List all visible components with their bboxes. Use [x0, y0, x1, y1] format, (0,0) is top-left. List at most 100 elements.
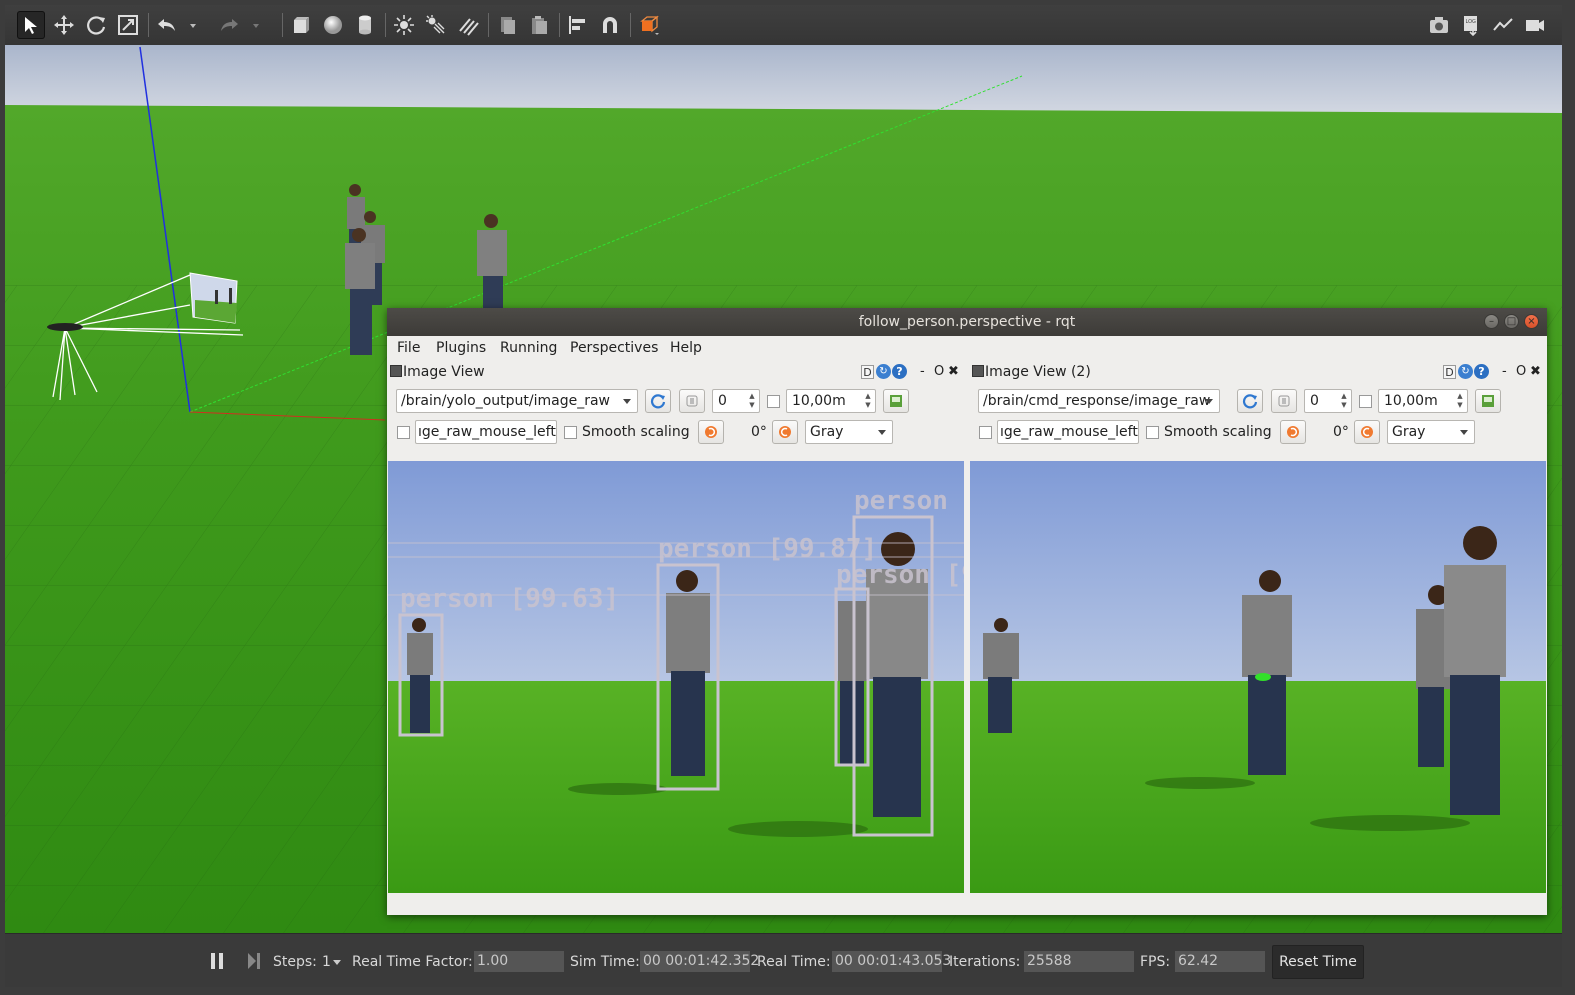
spin-arrows-icon[interactable]: ▲ ▼ — [863, 392, 873, 410]
topic-select[interactable]: /brain/yolo_output/image_raw — [396, 389, 638, 413]
pause-icon[interactable] — [208, 951, 226, 971]
chevron-down-icon — [1460, 430, 1468, 435]
select-tool-icon[interactable] — [17, 11, 45, 39]
timeout-spinbox[interactable]: 0 ▲ ▼ — [1304, 389, 1352, 413]
help-plugin-icon[interactable]: ? — [1474, 364, 1489, 379]
zoom-toggle-button[interactable] — [679, 389, 705, 413]
help-plugin-icon[interactable]: ? — [892, 364, 907, 379]
refresh-icon — [650, 394, 666, 409]
mouse-topic-input[interactable]: ıge_raw_mouse_left — [415, 420, 557, 444]
close-plugin-button[interactable]: ✖ — [1530, 362, 1541, 382]
color-scheme-select[interactable]: Gray — [1387, 420, 1475, 444]
maximize-icon: □ — [1506, 316, 1517, 327]
max-range-checkbox[interactable] — [767, 395, 780, 408]
spin-arrows-icon[interactable]: ▲ ▼ — [747, 392, 757, 410]
detection-label: person [99.63] — [400, 584, 619, 614]
max-range-spinbox[interactable]: 10,00m ▲ ▼ — [1378, 389, 1468, 413]
save-image-icon — [1482, 395, 1494, 407]
minimize-plugin-button[interactable]: - — [920, 362, 925, 382]
rotate-tool-icon[interactable] — [82, 11, 110, 39]
translate-tool-icon[interactable] — [50, 11, 78, 39]
rqt-title-bar[interactable]: follow_person.perspective - rqt – □ × — [387, 308, 1547, 336]
sphere-shape-icon[interactable] — [319, 11, 347, 39]
sim-time-label: Sim Time: — [570, 954, 640, 970]
rotate-right-button[interactable] — [1354, 420, 1380, 444]
smooth-scaling-checkbox[interactable] — [1146, 426, 1159, 439]
redo-dropdown-icon[interactable] — [248, 11, 264, 39]
steps-dropdown-icon[interactable] — [333, 960, 341, 965]
menu-perspectives[interactable]: Perspectives — [570, 340, 658, 356]
spin-arrows-icon[interactable]: ▲ ▼ — [1339, 392, 1349, 410]
minimize-window-button[interactable]: – — [1484, 314, 1499, 329]
paste-icon[interactable] — [525, 11, 553, 39]
redo-icon[interactable] — [215, 11, 243, 39]
copy-icon[interactable] — [493, 11, 521, 39]
steps-value[interactable]: 1 — [322, 954, 331, 970]
refresh-topics-button[interactable] — [1237, 389, 1263, 413]
target-marker — [1255, 673, 1271, 681]
save-image-button[interactable] — [883, 389, 909, 413]
close-window-button[interactable]: × — [1524, 314, 1539, 329]
iterations-value: 25588 — [1024, 951, 1134, 972]
maximize-window-button[interactable]: □ — [1504, 314, 1519, 329]
box-shape-icon[interactable] — [287, 11, 315, 39]
mouse-topic-input[interactable]: ıge_raw_mouse_left — [997, 420, 1139, 444]
menu-plugins[interactable]: Plugins — [436, 340, 486, 356]
refresh-topics-button[interactable] — [645, 389, 671, 413]
color-scheme-select[interactable]: Gray — [805, 420, 893, 444]
rotate-left-button[interactable] — [698, 420, 724, 444]
yolo-output-image[interactable]: person person [99.87] person [99.63] per… — [388, 461, 964, 893]
directional-light-icon[interactable] — [454, 11, 482, 39]
gazebo-toolbar: LOG — [5, 5, 1562, 46]
undo-icon[interactable] — [153, 11, 181, 39]
screenshot-icon[interactable] — [1425, 11, 1453, 39]
reload-plugin-icon[interactable]: ↻ — [1458, 364, 1473, 379]
max-range-checkbox[interactable] — [1359, 395, 1372, 408]
spin-arrows-icon[interactable]: ▲ ▼ — [1455, 392, 1465, 410]
timeout-spinbox[interactable]: 0 ▲ ▼ — [712, 389, 760, 413]
topic-select[interactable]: /brain/cmd_response/image_raw — [978, 389, 1220, 413]
view-splitter[interactable] — [964, 461, 969, 893]
rotate-left-button[interactable] — [1280, 420, 1306, 444]
menu-file[interactable]: File — [397, 340, 420, 356]
float-plugin-button[interactable]: O — [934, 362, 944, 382]
save-image-button[interactable] — [1475, 389, 1501, 413]
dock-d-icon[interactable]: D — [1443, 365, 1456, 379]
real-time-factor-label: Real Time Factor: — [352, 954, 473, 970]
sim-time-value: 00 00:01:42.352 — [640, 951, 759, 972]
reset-time-button[interactable]: Reset Time — [1272, 945, 1364, 979]
timeout-spinbox-value: 0 — [718, 393, 727, 409]
cmd-response-image[interactable] — [970, 461, 1546, 893]
minimize-plugin-button[interactable]: - — [1502, 362, 1507, 382]
undo-dropdown-icon[interactable] — [185, 11, 201, 39]
point-light-icon[interactable] — [390, 11, 418, 39]
cylinder-shape-icon[interactable] — [351, 11, 379, 39]
log-icon[interactable]: LOG — [1457, 11, 1485, 39]
dock-handle-icon[interactable] — [390, 365, 402, 377]
align-icon[interactable] — [564, 11, 592, 39]
close-plugin-button[interactable]: ✖ — [948, 362, 959, 382]
max-range-spinbox[interactable]: 10,00m ▲ ▼ — [786, 389, 876, 413]
menu-help[interactable]: Help — [670, 340, 702, 356]
dock-d-icon[interactable]: D — [861, 365, 874, 379]
rotate-right-button[interactable] — [772, 420, 798, 444]
zoom-toggle-button[interactable] — [1271, 389, 1297, 413]
menu-running[interactable]: Running — [500, 340, 557, 356]
smooth-scaling-checkbox[interactable] — [564, 426, 577, 439]
scale-tool-icon[interactable] — [114, 11, 142, 39]
rotate-right-icon — [1361, 426, 1373, 438]
change-view-icon[interactable] — [635, 11, 663, 39]
max-range-value: 10,00m — [792, 393, 846, 409]
record-video-icon[interactable] — [1521, 11, 1549, 39]
publish-click-checkbox[interactable] — [397, 426, 410, 439]
float-plugin-button[interactable]: O — [1516, 362, 1526, 382]
reload-plugin-icon[interactable]: ↻ — [876, 364, 891, 379]
step-icon[interactable] — [245, 951, 263, 971]
publish-click-checkbox[interactable] — [979, 426, 992, 439]
plot-icon[interactable] — [1489, 11, 1517, 39]
snap-icon[interactable] — [596, 11, 624, 39]
chevron-down-icon — [623, 399, 631, 404]
spot-light-icon[interactable] — [422, 11, 450, 39]
max-range-value: 10,00m — [1384, 393, 1438, 409]
dock-handle-icon[interactable] — [972, 365, 984, 377]
